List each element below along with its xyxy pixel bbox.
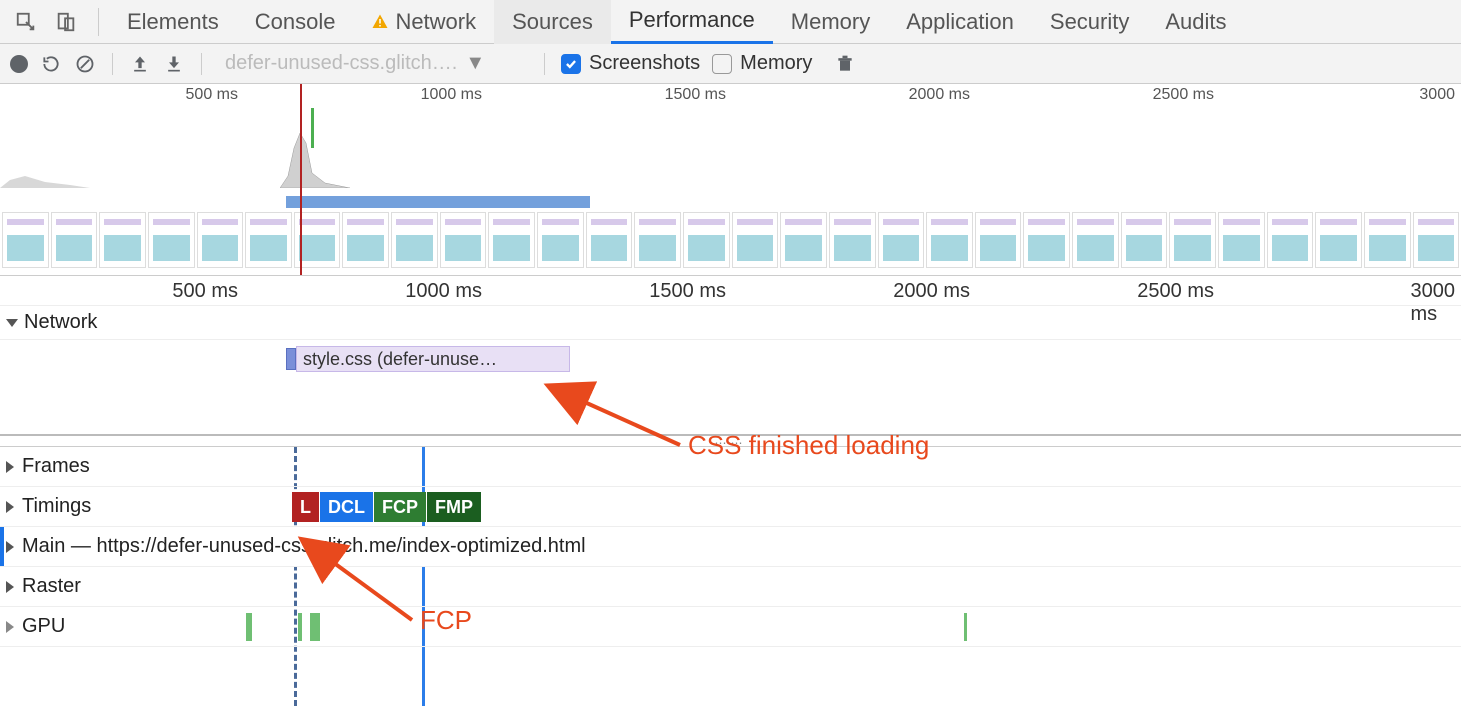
cpu-chart <box>0 108 1461 188</box>
chevron-right-icon <box>6 461 14 473</box>
panel-splitter[interactable]: ⋯⋯ <box>0 436 1461 446</box>
screenshots-checkbox[interactable]: Screenshots <box>561 52 700 75</box>
screenshot-filmstrip[interactable] <box>0 212 1461 268</box>
filmstrip-frame[interactable] <box>1121 212 1168 268</box>
filmstrip-frame[interactable] <box>51 212 98 268</box>
gpu-task[interactable] <box>964 613 967 641</box>
filmstrip-frame[interactable] <box>1364 212 1411 268</box>
tab-console[interactable]: Console <box>237 0 354 44</box>
filmstrip-frame[interactable] <box>2 212 49 268</box>
load-marker <box>300 84 302 275</box>
chevron-down-icon <box>6 319 18 327</box>
filmstrip-frame[interactable] <box>926 212 973 268</box>
filmstrip-frame[interactable] <box>634 212 681 268</box>
timing-marker-load[interactable]: L <box>292 492 319 522</box>
network-section-header[interactable]: Network <box>0 306 1461 340</box>
filmstrip-frame[interactable] <box>245 212 292 268</box>
recording-dropdown[interactable]: defer-unused-css.glitch…. ▼ <box>218 49 528 79</box>
chevron-right-icon <box>6 541 14 553</box>
tab-audits[interactable]: Audits <box>1147 0 1244 44</box>
divider <box>112 53 113 75</box>
gpu-task[interactable] <box>310 613 320 641</box>
detail-ruler: 500 ms 1000 ms 1500 ms 2000 ms 2500 ms 3… <box>0 276 1461 306</box>
filmstrip-frame[interactable] <box>975 212 1022 268</box>
filmstrip-frame[interactable] <box>1267 212 1314 268</box>
performance-toolbar: defer-unused-css.glitch…. ▼ Screenshots … <box>0 44 1461 84</box>
clear-icon[interactable] <box>74 53 96 75</box>
raster-row[interactable]: Raster <box>0 567 1461 607</box>
network-waiting-segment <box>286 348 296 370</box>
filmstrip-frame[interactable] <box>732 212 779 268</box>
checkbox-unchecked-icon <box>712 54 732 74</box>
network-panel[interactable]: Network style.css (defer-unuse… <box>0 306 1461 436</box>
gpu-row[interactable]: GPU <box>0 607 1461 647</box>
tab-sources[interactable]: Sources <box>494 0 611 44</box>
reload-icon[interactable] <box>40 53 62 75</box>
detail-panels: 500 ms 1000 ms 1500 ms 2000 ms 2500 ms 3… <box>0 276 1461 711</box>
devtools-tabs: Elements Console Network Sources Perform… <box>0 0 1461 44</box>
fcp-marker <box>311 108 314 148</box>
inspect-icon[interactable] <box>8 4 44 40</box>
filmstrip-frame[interactable] <box>1413 212 1460 268</box>
timing-marker-dcl[interactable]: DCL <box>320 492 373 522</box>
filmstrip-frame[interactable] <box>1023 212 1070 268</box>
divider <box>98 8 99 36</box>
filmstrip-frame[interactable] <box>342 212 389 268</box>
divider <box>201 53 202 75</box>
filmstrip-frame[interactable] <box>586 212 633 268</box>
frames-row[interactable]: Frames <box>0 447 1461 487</box>
tab-elements[interactable]: Elements <box>109 0 237 44</box>
device-toggle-icon[interactable] <box>48 4 84 40</box>
network-request-bar[interactable]: style.css (defer-unuse… <box>286 346 570 372</box>
main-thread-row[interactable]: Main — https://defer-unused-css.glitch.m… <box>0 527 1461 567</box>
filmstrip-frame[interactable] <box>391 212 438 268</box>
filmstrip-frame[interactable] <box>829 212 876 268</box>
upload-icon[interactable] <box>129 53 151 75</box>
gpu-task[interactable] <box>246 613 252 641</box>
checkbox-checked-icon <box>561 54 581 74</box>
filmstrip-frame[interactable] <box>488 212 535 268</box>
tab-security[interactable]: Security <box>1032 0 1147 44</box>
flame-chart[interactable]: Frames Timings L DCL FCP FMP Main — http… <box>0 446 1461 706</box>
filmstrip-frame[interactable] <box>1169 212 1216 268</box>
tab-application[interactable]: Application <box>888 0 1032 44</box>
filmstrip-frame[interactable] <box>440 212 487 268</box>
tab-memory[interactable]: Memory <box>773 0 888 44</box>
warning-icon <box>371 13 389 31</box>
filmstrip-frame[interactable] <box>537 212 584 268</box>
memory-checkbox[interactable]: Memory <box>712 52 812 75</box>
tab-network[interactable]: Network <box>353 0 494 44</box>
dropdown-label: defer-unused-css.glitch…. <box>225 52 457 75</box>
timing-marker-fcp[interactable]: FCP <box>374 492 426 522</box>
tab-performance[interactable]: Performance <box>611 0 773 44</box>
filmstrip-frame[interactable] <box>683 212 730 268</box>
filmstrip-frame[interactable] <box>1315 212 1362 268</box>
overview-timeline[interactable]: 500 ms 1000 ms 1500 ms 2000 ms 2500 ms 3… <box>0 84 1461 276</box>
filmstrip-frame[interactable] <box>99 212 146 268</box>
filmstrip-frame[interactable] <box>878 212 925 268</box>
chevron-right-icon <box>6 621 14 633</box>
network-request-label: style.css (defer-unuse… <box>296 346 570 372</box>
filmstrip-frame[interactable] <box>780 212 827 268</box>
filmstrip-frame[interactable] <box>1218 212 1265 268</box>
gpu-task[interactable] <box>298 613 302 641</box>
timings-row[interactable]: Timings L DCL FCP FMP <box>0 487 1461 527</box>
overview-ruler: 500 ms 1000 ms 1500 ms 2000 ms 2500 ms 3… <box>0 84 1461 108</box>
chevron-down-icon: ▼ <box>465 52 485 75</box>
chevron-right-icon <box>6 501 14 513</box>
filmstrip-frame[interactable] <box>197 212 244 268</box>
timing-marker-fmp[interactable]: FMP <box>427 492 481 522</box>
overview-selection[interactable] <box>286 196 590 208</box>
filmstrip-frame[interactable] <box>1072 212 1119 268</box>
divider <box>544 53 545 75</box>
record-button[interactable] <box>10 55 28 73</box>
download-icon[interactable] <box>163 53 185 75</box>
chevron-right-icon <box>6 581 14 593</box>
trash-icon[interactable] <box>834 53 856 75</box>
filmstrip-frame[interactable] <box>148 212 195 268</box>
